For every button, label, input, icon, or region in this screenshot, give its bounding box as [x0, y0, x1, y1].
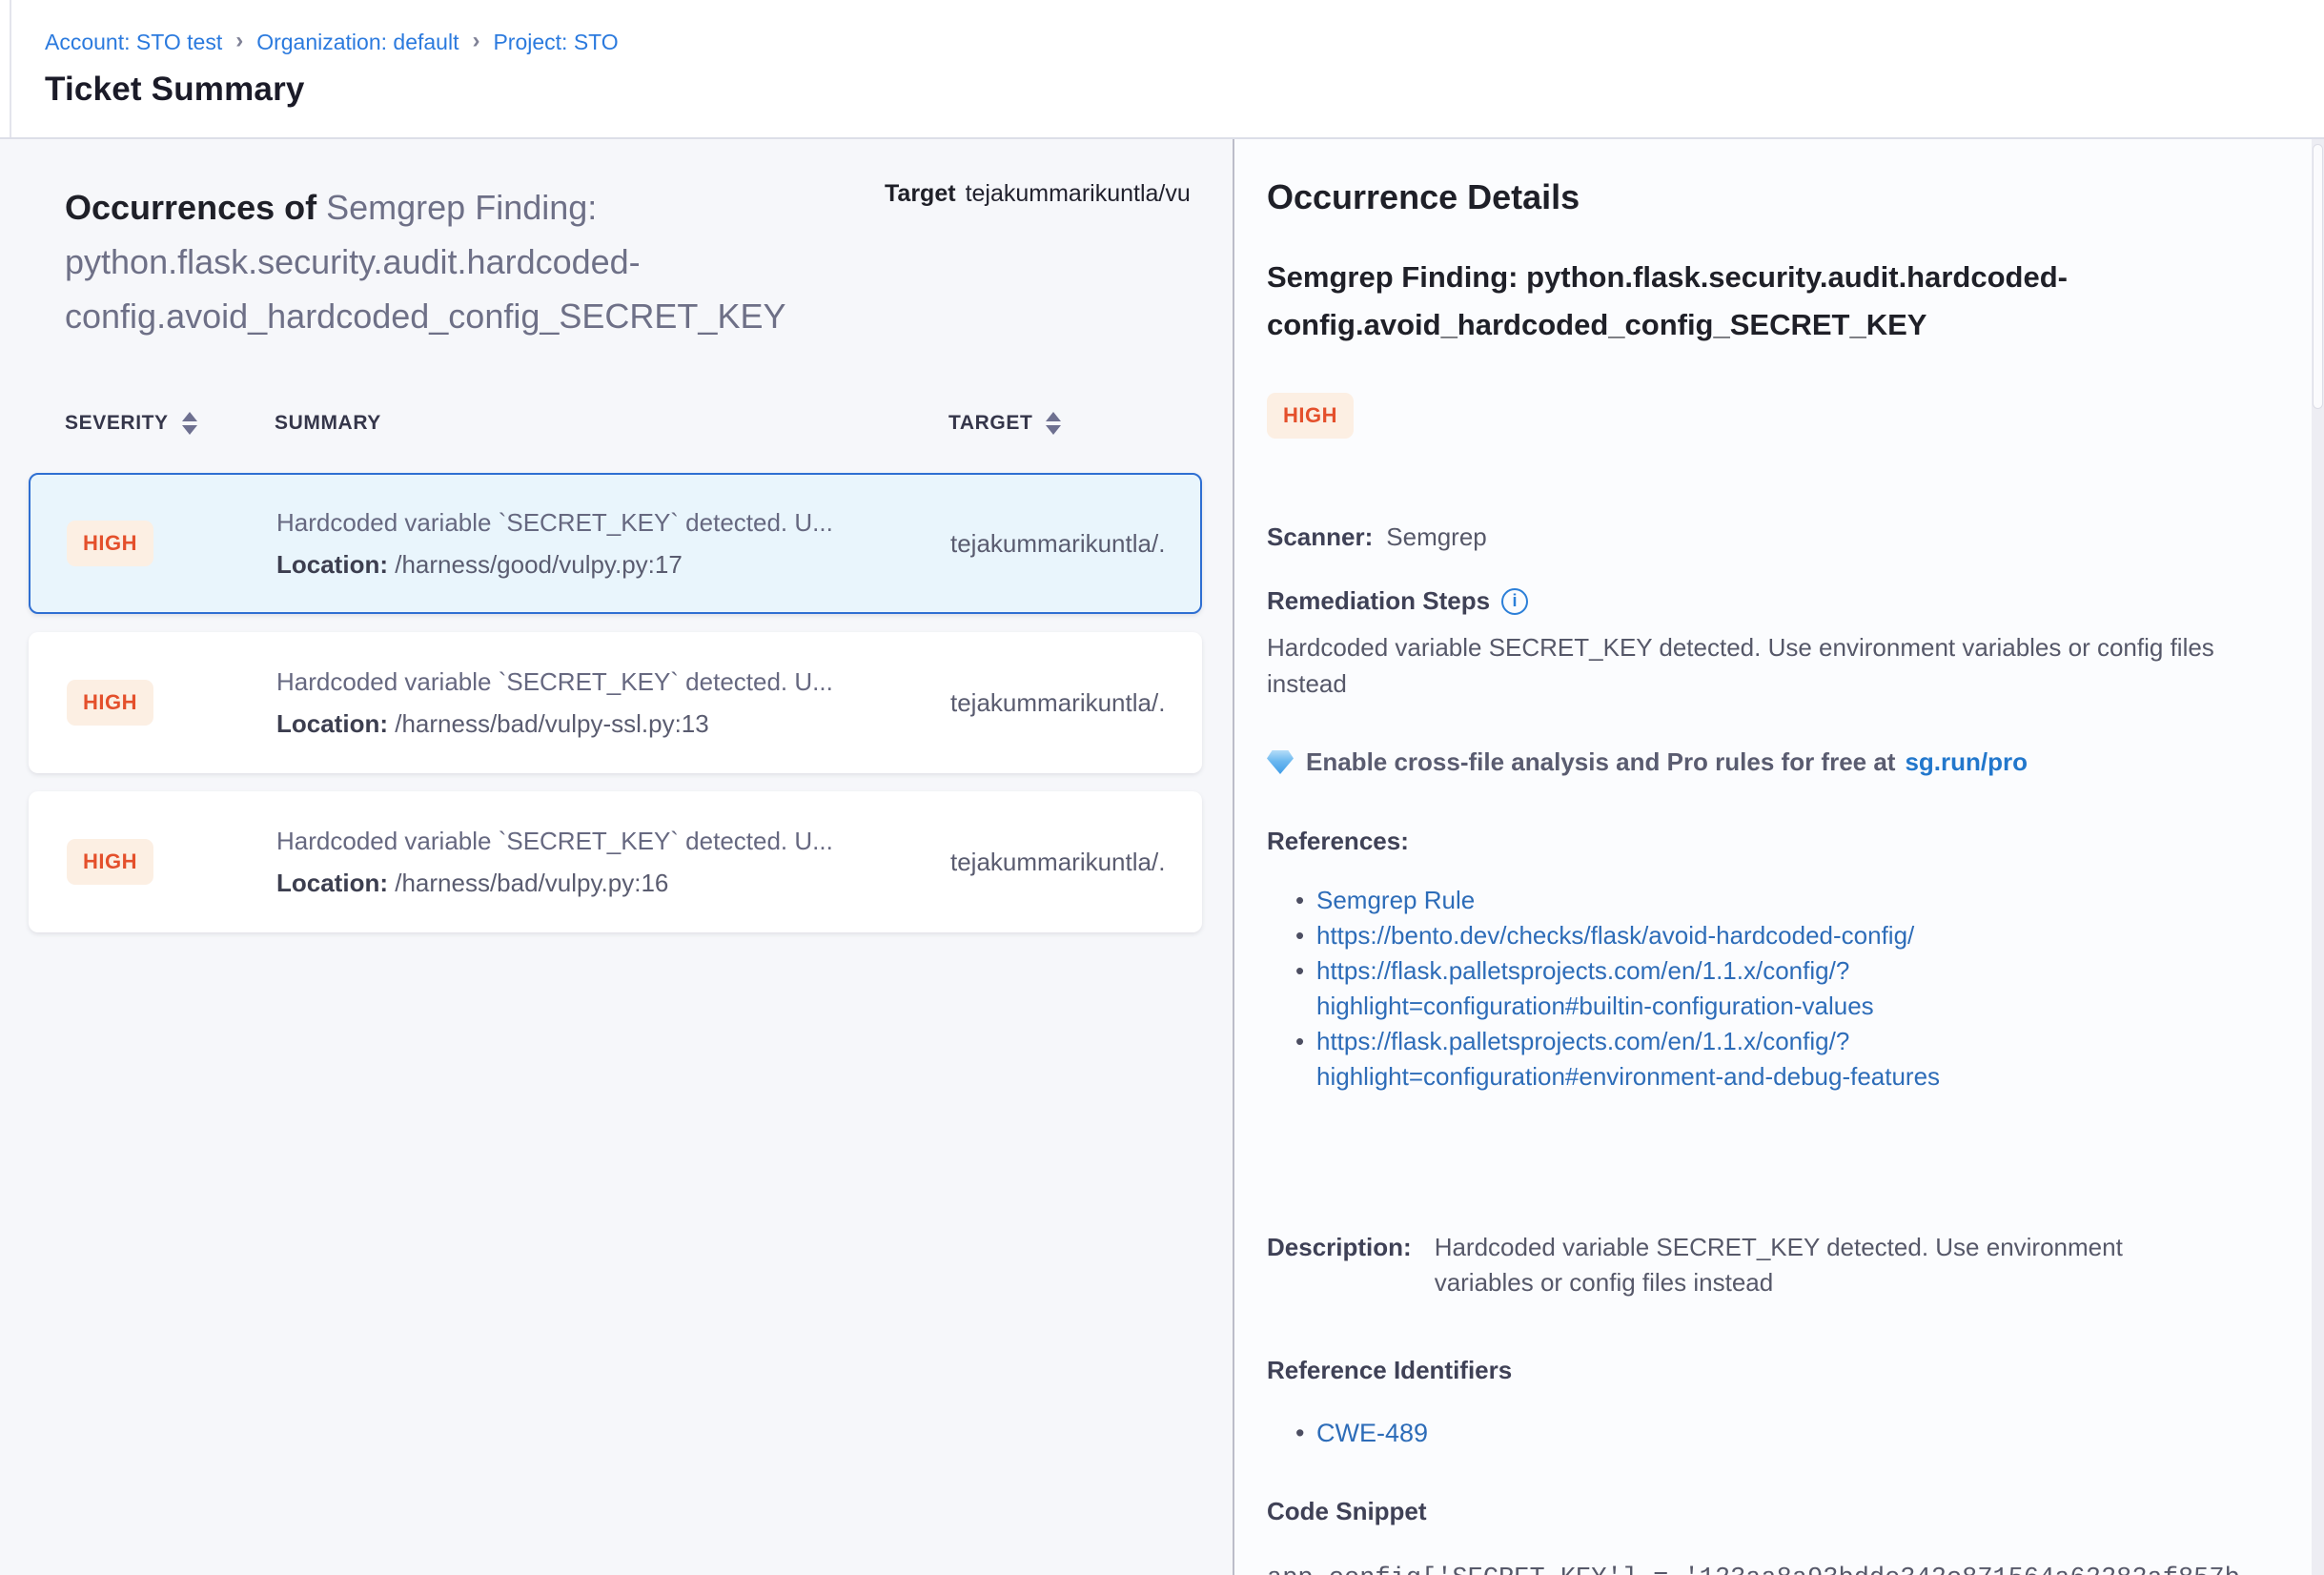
- references-list: Semgrep Rule https://bento.dev/checks/fl…: [1267, 883, 2286, 1094]
- occurrence-summary: Hardcoded variable `SECRET_KEY` detected…: [276, 820, 950, 904]
- vertical-scrollbar[interactable]: [2312, 139, 2324, 1575]
- occurrence-target: tejakummarikuntla/.: [950, 688, 1200, 718]
- occurrence-summary: Hardcoded variable `SECRET_KEY` detected…: [276, 661, 950, 745]
- occurrence-location-value: /harness/bad/vulpy-ssl.py:13: [395, 709, 709, 738]
- content-split: Occurrences of Semgrep Finding: python.f…: [0, 139, 2324, 1575]
- sg-run-pro-link[interactable]: sg.run/pro: [1905, 747, 2028, 777]
- sort-icon[interactable]: [1046, 412, 1061, 435]
- occurrences-heading: Occurrences of Semgrep Finding: python.f…: [65, 180, 885, 343]
- occurrence-location-label: Location:: [276, 869, 395, 897]
- column-header-target[interactable]: TARGET: [948, 412, 1233, 435]
- column-header-severity-label: SEVERITY: [65, 412, 169, 435]
- occurrences-heading-prefix: Occurrences of: [65, 188, 326, 227]
- details-heading: Occurrence Details: [1267, 177, 2286, 217]
- occurrence-location-label: Location:: [276, 709, 395, 738]
- severity-badge: HIGH: [67, 521, 153, 566]
- semgrep-pro-promo: Enable cross-file analysis and Pro rules…: [1267, 747, 2286, 777]
- sort-icon[interactable]: [182, 412, 197, 435]
- reference-identifiers-label: Reference Identifiers: [1267, 1356, 2286, 1385]
- details-finding-title: Semgrep Finding: python.flask.security.a…: [1267, 254, 2220, 349]
- breadcrumb-project-link[interactable]: Project: STO: [493, 30, 618, 55]
- target-value: tejakummarikuntla/vu: [966, 180, 1191, 207]
- column-header-summary: SUMMARY: [275, 412, 948, 435]
- scrollbar-thumb[interactable]: [2313, 144, 2323, 409]
- occurrence-target: tejakummarikuntla/.: [950, 529, 1200, 559]
- target-label: Target: [885, 180, 956, 207]
- column-header-target-label: TARGET: [948, 412, 1032, 435]
- occurrence-location-label: Location:: [276, 550, 395, 579]
- description-label: Description:: [1267, 1230, 1412, 1300]
- occurrence-location-value: /harness/good/vulpy.py:17: [395, 550, 683, 579]
- occurrence-row[interactable]: HIGH Hardcoded variable `SECRET_KEY` det…: [29, 791, 1202, 932]
- reference-identifiers-list: CWE-489: [1267, 1416, 2286, 1451]
- breadcrumb-organization-link[interactable]: Organization: default: [256, 30, 459, 55]
- occurrence-details-panel: Occurrence Details Semgrep Finding: pyth…: [1234, 139, 2324, 1575]
- severity-badge: HIGH: [67, 680, 153, 726]
- info-icon[interactable]: [1501, 588, 1528, 615]
- occurrence-location-value: /harness/bad/vulpy.py:16: [395, 869, 668, 897]
- scanner-value: Semgrep: [1386, 522, 1487, 551]
- occurrence-summary-text: Hardcoded variable `SECRET_KEY` detected…: [276, 661, 950, 703]
- reference-link[interactable]: https://bento.dev/checks/flask/avoid-har…: [1316, 921, 1914, 950]
- occurrences-table-header: SEVERITY SUMMARY TARGET: [29, 412, 1233, 435]
- chevron-right-icon: ›: [235, 28, 243, 54]
- reference-identifier-item: CWE-489: [1267, 1416, 2286, 1451]
- remediation-text: Hardcoded variable SECRET_KEY detected. …: [1267, 629, 2239, 702]
- reference-item: https://bento.dev/checks/flask/avoid-har…: [1267, 918, 2286, 953]
- semgrep-rule-link[interactable]: Semgrep Rule: [1316, 886, 1475, 914]
- occurrence-summary: Hardcoded variable `SECRET_KEY` detected…: [276, 501, 950, 585]
- chevron-right-icon: ›: [472, 28, 479, 54]
- page-title: Ticket Summary: [45, 71, 2324, 109]
- column-header-severity[interactable]: SEVERITY: [65, 412, 275, 435]
- page-header: Account: STO test › Organization: defaul…: [0, 0, 2324, 139]
- code-snippet-label: Code Snippet: [1267, 1497, 2286, 1526]
- description-text: Hardcoded variable SECRET_KEY detected. …: [1435, 1230, 2178, 1300]
- gem-icon: [1267, 750, 1294, 774]
- occurrence-summary-text: Hardcoded variable `SECRET_KEY` detected…: [276, 820, 950, 862]
- reference-item: Semgrep Rule: [1267, 883, 2286, 918]
- occurrences-list: HIGH Hardcoded variable `SECRET_KEY` det…: [29, 473, 1202, 932]
- occurrence-row[interactable]: HIGH Hardcoded variable `SECRET_KEY` det…: [29, 632, 1202, 773]
- description-row: Description: Hardcoded variable SECRET_K…: [1267, 1230, 2286, 1300]
- promo-text: Enable cross-file analysis and Pro rules…: [1306, 747, 1895, 777]
- severity-badge: HIGH: [1267, 393, 1354, 439]
- remediation-steps-label: Remediation Steps: [1267, 586, 2286, 616]
- occurrence-row-selected[interactable]: HIGH Hardcoded variable `SECRET_KEY` det…: [29, 473, 1202, 614]
- severity-badge: HIGH: [67, 839, 153, 885]
- references-label: References:: [1267, 827, 2286, 856]
- target-summary: Target tejakummarikuntla/vu: [885, 180, 1232, 208]
- breadcrumb: Account: STO test › Organization: defaul…: [45, 29, 2324, 55]
- occurrences-panel: Occurrences of Semgrep Finding: python.f…: [0, 139, 1234, 1575]
- cwe-link[interactable]: CWE-489: [1316, 1419, 1428, 1447]
- remediation-steps-text: Remediation Steps: [1267, 586, 1490, 616]
- breadcrumb-account-link[interactable]: Account: STO test: [45, 30, 222, 55]
- occurrence-target: tejakummarikuntla/.: [950, 848, 1200, 877]
- code-snippet: app.config['SECRET_KEY'] = '123aa8a93bdd…: [1267, 1565, 2286, 1575]
- column-header-summary-label: SUMMARY: [275, 412, 381, 435]
- occurrence-summary-text: Hardcoded variable `SECRET_KEY` detected…: [276, 501, 950, 543]
- scanner-row: Scanner: Semgrep: [1267, 522, 2286, 552]
- reference-link[interactable]: https://flask.palletsprojects.com/en/1.1…: [1316, 1027, 1940, 1091]
- reference-item: https://flask.palletsprojects.com/en/1.1…: [1267, 953, 2286, 1024]
- reference-link[interactable]: https://flask.palletsprojects.com/en/1.1…: [1316, 956, 1874, 1020]
- scanner-label: Scanner:: [1267, 522, 1373, 551]
- reference-item: https://flask.palletsprojects.com/en/1.1…: [1267, 1024, 2286, 1094]
